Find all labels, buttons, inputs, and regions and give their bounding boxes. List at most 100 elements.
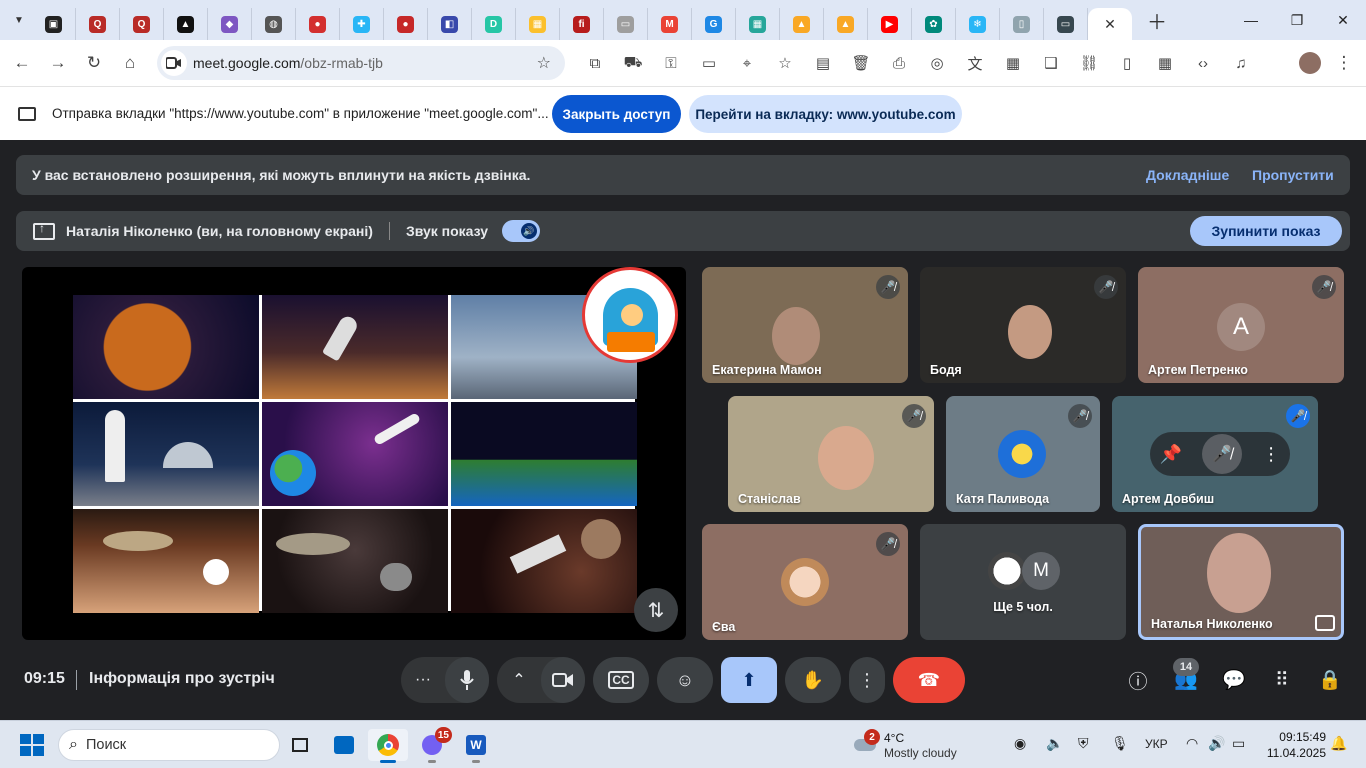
reader-extension-button[interactable]: ❑	[1032, 46, 1070, 80]
learn-more-link[interactable]: Докладніше	[1146, 167, 1229, 183]
browser-tab[interactable]: Q	[76, 8, 120, 40]
browser-tab[interactable]: D	[472, 8, 516, 40]
security-icon[interactable]: ⛨	[1078, 735, 1089, 752]
store-app[interactable]	[324, 729, 364, 761]
browser-tab[interactable]: ▦	[516, 8, 560, 40]
url-text[interactable]: meet.google.com/obz-rmab-tjb	[193, 55, 383, 71]
participant-tile[interactable]: 🎤̸ Єва	[702, 524, 908, 640]
reload-button[interactable]: ↻	[76, 45, 112, 81]
word-app[interactable]: W	[456, 729, 496, 763]
device-extension-button[interactable]: ▯	[1108, 46, 1146, 80]
browser-tab[interactable]: ●	[384, 8, 428, 40]
video-options-button[interactable]: ⌃	[497, 657, 541, 703]
microphone-button[interactable]	[445, 657, 489, 703]
present-now-button[interactable]: ⬆	[721, 657, 777, 703]
meeting-info-label[interactable]: Інформація про зустріч	[89, 670, 275, 688]
minimize-button[interactable]: —	[1228, 0, 1274, 40]
speaker-icon[interactable]: 🔈	[1046, 735, 1063, 752]
table-extension-button[interactable]: ▦	[1146, 46, 1184, 80]
puzzle-extension-button[interactable]: ⧉	[576, 46, 614, 80]
link-extension-button[interactable]: ⛓	[1070, 46, 1108, 80]
stop-presenting-button[interactable]: Зупинити показ	[1190, 216, 1342, 246]
tab-search-button[interactable]: ▼	[6, 7, 32, 33]
browser-tab[interactable]: ❄	[956, 8, 1000, 40]
camera-button[interactable]	[541, 657, 585, 703]
pin-icon[interactable]: 📌	[1160, 444, 1182, 465]
qr-extension-button[interactable]: ▦	[994, 46, 1032, 80]
profile-avatar[interactable]	[1292, 45, 1328, 81]
browser-tab[interactable]: ✿	[912, 8, 956, 40]
leave-call-button[interactable]: ☎	[893, 657, 965, 703]
participant-tile[interactable]: 📌 🎤̸ ⋮ 🎤̸ Артем Довбиш	[1112, 396, 1318, 512]
browser-tab[interactable]: ▭	[604, 8, 648, 40]
card-extension-button[interactable]: ▭	[690, 46, 728, 80]
swap-layout-button[interactable]: ⇅	[634, 588, 678, 632]
tab-active-meet[interactable]: ✕	[1088, 8, 1132, 40]
address-bar[interactable]: meet.google.com/obz-rmab-tjb ☆	[157, 46, 565, 80]
browser-tab[interactable]: ▣	[32, 8, 76, 40]
browser-tab[interactable]: Q	[120, 8, 164, 40]
browser-tab[interactable]: ▲	[780, 8, 824, 40]
notifications-bell-icon[interactable]: 🔔	[1330, 735, 1347, 752]
bookmark-star-icon[interactable]: ☆	[537, 53, 551, 73]
browser-tab[interactable]: ▶	[868, 8, 912, 40]
goto-tab-button[interactable]: Перейти на вкладку: www.youtube.com	[689, 95, 962, 133]
notes-extension-button[interactable]: ▤	[804, 46, 842, 80]
browser-tab[interactable]: ▲	[164, 8, 208, 40]
activities-button[interactable]: ⠿	[1267, 665, 1297, 695]
car-extension-button[interactable]: ⛟	[614, 46, 652, 80]
maximize-button[interactable]: ❐	[1274, 0, 1320, 40]
key-extension-button[interactable]: ⚿	[652, 46, 690, 80]
clock[interactable]: 09:15:49 11.04.2025	[1262, 729, 1326, 761]
location-extension-button[interactable]: ⌖	[728, 46, 766, 80]
viber-app[interactable]: 15	[412, 727, 452, 763]
trash-extension-button[interactable]: 🗑	[842, 46, 880, 80]
people-button[interactable]: 👥 14	[1171, 658, 1201, 695]
battery-icon[interactable]: ▭	[1232, 735, 1245, 752]
browser-tab[interactable]: ▦	[736, 8, 780, 40]
browser-tab[interactable]: G	[692, 8, 736, 40]
taskbar-search[interactable]: ⌕ Поиск	[58, 729, 280, 761]
captions-button[interactable]: CC	[593, 657, 649, 703]
participant-tile[interactable]: 🎤̸ Станіслав	[728, 396, 934, 512]
host-controls-button[interactable]: 🔒	[1315, 665, 1345, 695]
browser-menu-button[interactable]: ⋮	[1326, 45, 1362, 81]
reactions-button[interactable]: ☺	[657, 657, 713, 703]
more-participants-tile[interactable]: M Ще 5 чол.	[920, 524, 1126, 640]
browser-tab[interactable]: ▲	[824, 8, 868, 40]
back-button[interactable]: ←	[4, 45, 40, 81]
skip-link[interactable]: Пропустити	[1252, 167, 1334, 183]
task-view-button[interactable]	[280, 729, 320, 761]
home-button[interactable]: ⌂	[112, 45, 148, 81]
browser-tab[interactable]: ✚	[340, 8, 384, 40]
browser-tab[interactable]: ◍	[252, 8, 296, 40]
picture-in-picture-icon[interactable]	[1315, 615, 1335, 631]
forward-button[interactable]: →	[40, 45, 76, 81]
start-button[interactable]	[20, 734, 44, 756]
meeting-details-button[interactable]: ⓘ	[1123, 665, 1153, 695]
browser-tab[interactable]: ▯	[1000, 8, 1044, 40]
input-language[interactable]: УКР	[1145, 737, 1168, 751]
chrome-app[interactable]	[368, 729, 408, 763]
wifi-icon[interactable]: ◠	[1186, 735, 1198, 752]
browser-tab[interactable]: fi	[560, 8, 604, 40]
audio-options-button[interactable]: ···	[401, 657, 445, 703]
lens-extension-button[interactable]: ◎	[918, 46, 956, 80]
more-options-button[interactable]: ⋮	[849, 657, 885, 703]
media-extension-button[interactable]: ♫	[1222, 46, 1260, 80]
browser-tab[interactable]: ●	[296, 8, 340, 40]
close-window-button[interactable]: ✕	[1320, 0, 1366, 40]
browser-tab[interactable]: ◆	[208, 8, 252, 40]
participant-tile[interactable]: A 🎤̸ Артем Петренко	[1138, 267, 1344, 383]
code-extension-button[interactable]: ‹›	[1184, 46, 1222, 80]
mute-participant-button[interactable]: 🎤̸	[1202, 434, 1243, 474]
browser-tab[interactable]: ▭	[1044, 8, 1088, 40]
share-audio-toggle[interactable]: 🔊	[502, 220, 541, 242]
volume-icon[interactable]: 🔊	[1208, 735, 1225, 752]
close-icon[interactable]: ✕	[1104, 16, 1116, 33]
translate-extension-button[interactable]: 文	[956, 46, 994, 80]
site-info-button[interactable]	[161, 50, 187, 76]
browser-tab[interactable]: M	[648, 8, 692, 40]
star-list-extension-button[interactable]: ☆	[766, 46, 804, 80]
chat-button[interactable]: 💬	[1219, 665, 1249, 695]
